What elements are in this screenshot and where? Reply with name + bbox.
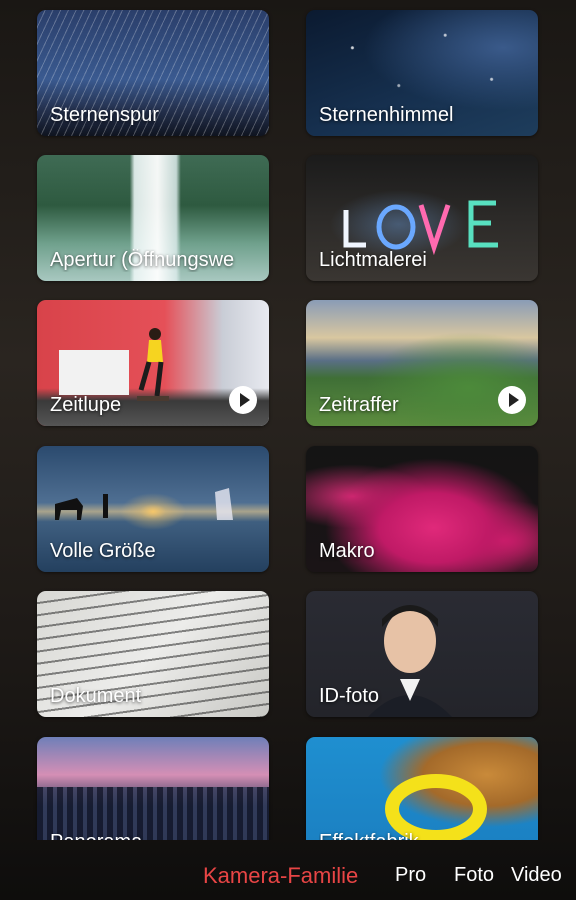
mode-foto[interactable]: Foto (454, 864, 494, 887)
tile-effektfabrik[interactable]: Effektfabrik (306, 737, 538, 840)
tile-label: Sternenhimmel (319, 104, 454, 126)
tile-lichtmalerei[interactable]: Lichtmalerei (306, 155, 538, 281)
tile-panorama[interactable]: Panorama (37, 737, 269, 840)
tile-label: Makro (319, 540, 375, 562)
tile-makro[interactable]: Makro (306, 446, 538, 572)
tile-zeitraffer[interactable]: Zeitraffer (306, 300, 538, 426)
tile-sternenspur[interactable]: Sternenspur (37, 10, 269, 136)
tile-zeitlupe[interactable]: Zeitlupe (37, 300, 269, 426)
tile-label: Panorama (50, 831, 261, 840)
camera-modes-screen: Sternenspur Sternenhimmel Apertur (Öffnu… (0, 0, 576, 900)
tile-label: Dokument (50, 685, 142, 707)
mode-video[interactable]: Video (511, 864, 562, 887)
tile-label: Volle Größe (50, 540, 156, 562)
play-circle-icon (229, 386, 257, 414)
tile-dokument[interactable]: Dokument (37, 591, 269, 717)
camera-mode-bar: Kamera-Familie Pro Foto Video (0, 848, 576, 900)
tile-label: Lichtmalerei (319, 249, 427, 271)
tile-label: Sternenspur (50, 104, 159, 126)
tile-sternenhimmel[interactable]: Sternenhimmel (306, 10, 538, 136)
tile-image (37, 737, 269, 840)
tile-label: ID-foto (319, 685, 380, 707)
tile-volle-groesse[interactable]: Volle Größe (37, 446, 269, 572)
mode-grid: Sternenspur Sternenhimmel Apertur (Öffnu… (0, 0, 576, 840)
tile-id-foto[interactable]: ID-foto (306, 591, 538, 717)
yellow-ring-image (385, 774, 487, 840)
mode-pro[interactable]: Pro (395, 864, 426, 887)
mode-kamera-familie[interactable]: Kamera-Familie (203, 863, 358, 889)
tile-label: Effektfabrik (319, 831, 530, 840)
play-circle-icon (498, 386, 526, 414)
tile-apertur[interactable]: Apertur (Öffnungswe (37, 155, 269, 281)
tile-label: Apertur (Öffnungswe (50, 249, 235, 271)
